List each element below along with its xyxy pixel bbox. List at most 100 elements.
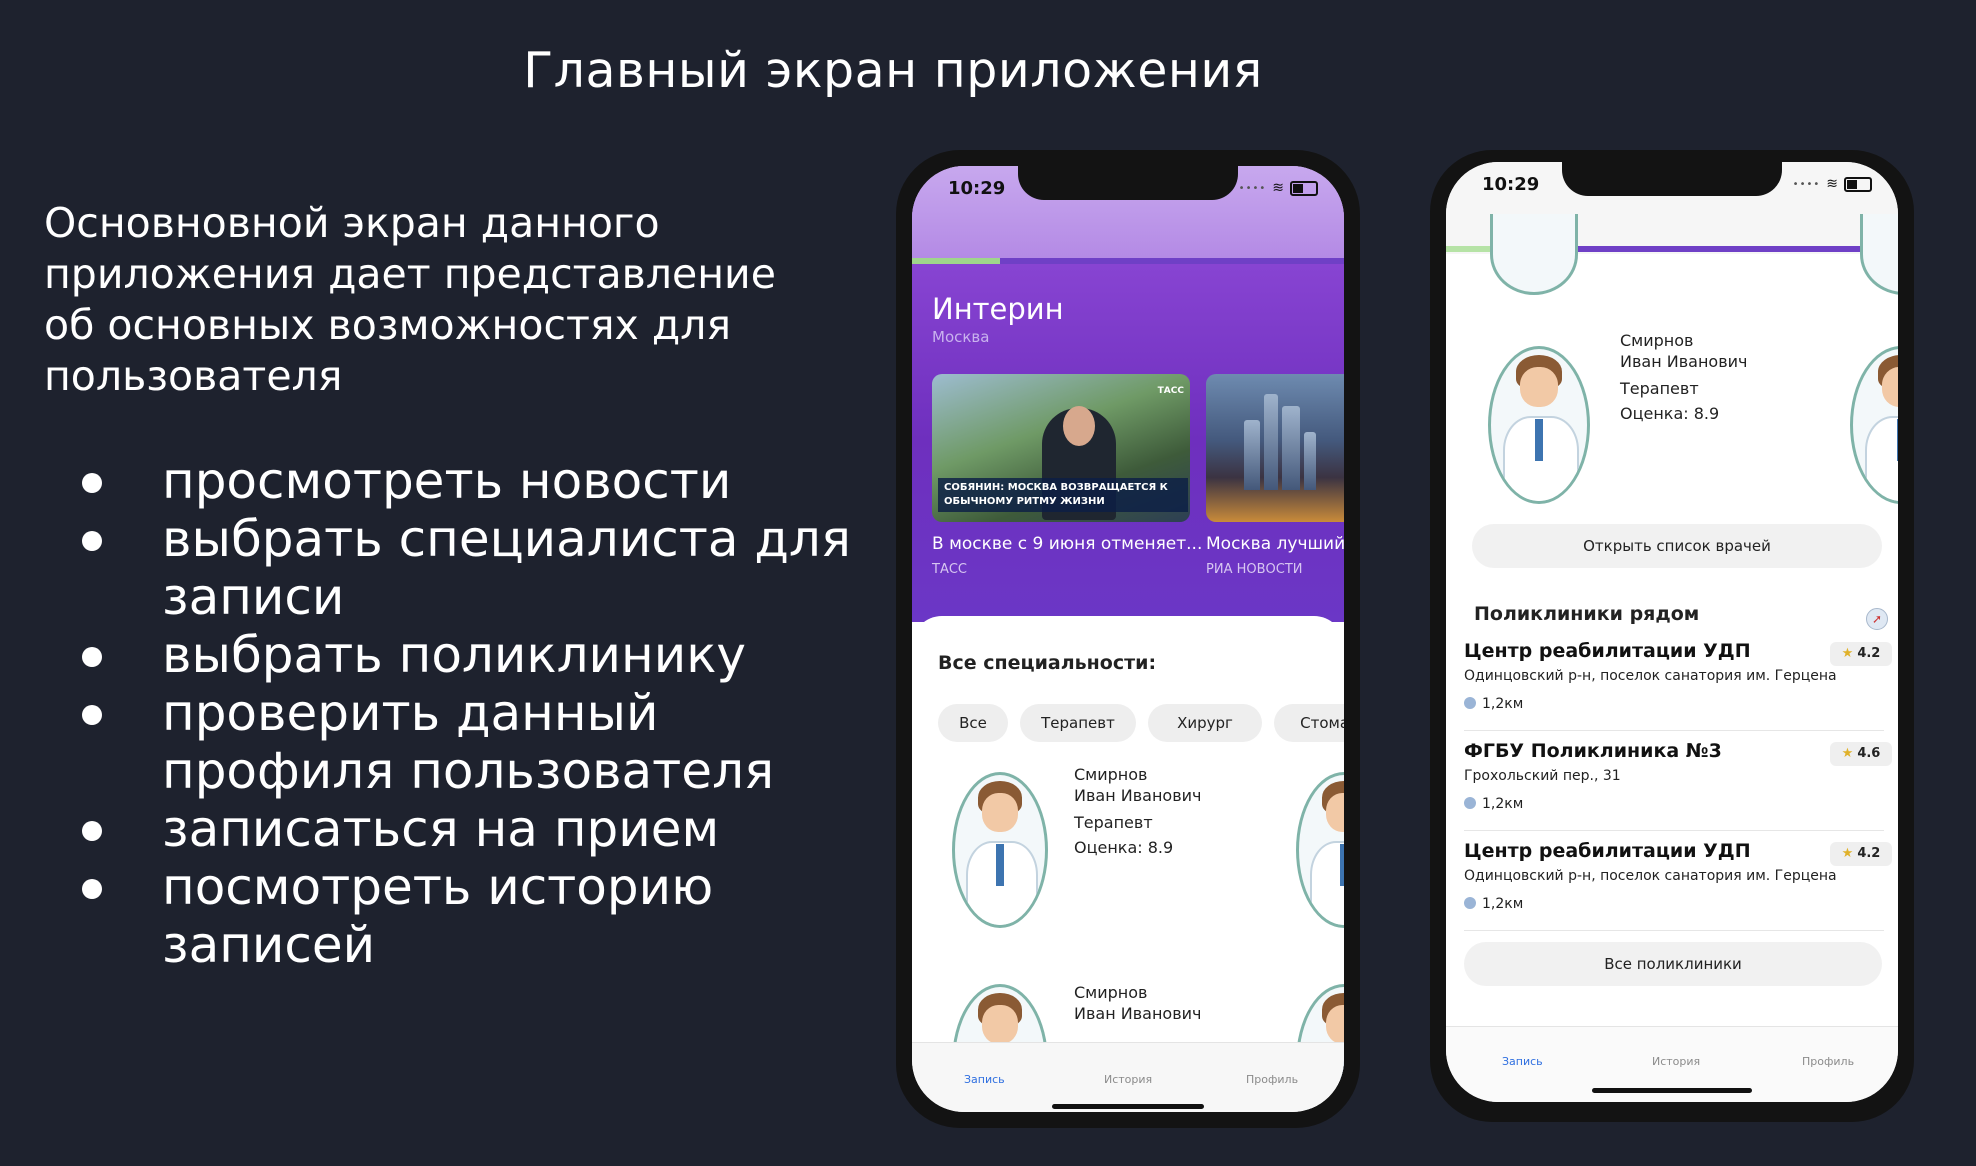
doctor-avatar[interactable] — [1860, 214, 1898, 295]
doctor-info[interactable]: Смирнов Иван Иванович — [1074, 982, 1201, 1024]
clinic-name: ФГБУ Поликлиника №3 — [1464, 740, 1722, 762]
slide-title: Главный экран приложения — [523, 42, 1263, 99]
doctor-specialty: Терапевт — [1620, 379, 1699, 398]
signal-icon: •••• — [1238, 182, 1267, 194]
divider — [1464, 730, 1884, 731]
status-time: 10:29 — [948, 178, 1006, 199]
feature-text: выбрать поликлинику — [162, 626, 747, 684]
chip-surgeon[interactable]: Хирург — [1148, 704, 1262, 742]
specialties-sheet: Все специальности: Все Терапевт Хирург С… — [912, 616, 1344, 1112]
phone-screen: 10:29 •••• ≋ Смирнов Иван Иванович Терап… — [1446, 162, 1898, 1102]
status-icons: •••• ≋ — [1793, 176, 1872, 192]
divider — [1464, 930, 1884, 931]
chip-dentist[interactable]: Стомат — [1274, 704, 1344, 742]
news-logo: ТАСС — [1157, 386, 1184, 396]
doctor-info[interactable]: Смирнов Иван Иванович Терапевт Оценка: 8… — [1620, 330, 1747, 424]
star-icon: ★ — [1841, 746, 1854, 761]
tab-bar: Запись История Профиль — [912, 1042, 1344, 1112]
city-label: Москва — [932, 328, 990, 346]
bullet-icon — [82, 531, 102, 551]
compass-icon[interactable]: ➚ — [1866, 608, 1888, 630]
phone-mockup-clinics: 10:29 •••• ≋ Смирнов Иван Иванович Терап… — [1430, 150, 1914, 1122]
location-icon — [1464, 897, 1476, 909]
doctor-given-name: Иван Иванович — [1074, 786, 1202, 805]
clinic-address: Одинцовский р-н, поселок санатория им. Г… — [1464, 668, 1837, 684]
phone-mockup-main: Интерин Москва ТАСС СОБЯНИН: МОСКВА ВОЗВ… — [896, 150, 1360, 1128]
bullet-icon — [82, 879, 102, 899]
news-source: РИА НОВОСТИ — [1206, 562, 1303, 577]
feature-item: выбрать поликлинику — [78, 626, 862, 684]
wifi-icon: ≋ — [1272, 180, 1284, 196]
star-icon: ★ — [1841, 646, 1854, 661]
phone-notch — [1562, 162, 1782, 196]
clinic-distance: 1,2км — [1464, 696, 1523, 712]
nearby-clinics-title: Поликлиники рядом — [1474, 603, 1700, 625]
doctor-given-name: Иван Иванович — [1074, 1004, 1202, 1023]
phone-notch — [1018, 166, 1238, 200]
chip-therapist[interactable]: Терапевт — [1020, 704, 1136, 742]
bullet-icon — [82, 705, 102, 725]
feature-item: просмотреть новости — [78, 452, 862, 510]
divider — [1464, 830, 1884, 831]
wifi-icon: ≋ — [1826, 176, 1838, 192]
location-icon — [1464, 697, 1476, 709]
doctor-avatar[interactable] — [1488, 346, 1590, 504]
doctor-surname: Смирнов — [1620, 331, 1694, 350]
clinic-address: Одинцовский р-н, поселок санатория им. Г… — [1464, 868, 1837, 884]
home-indicator — [1052, 1104, 1204, 1109]
chip-all[interactable]: Все — [938, 704, 1008, 742]
intro-text: Основновной экран данного приложения дае… — [44, 199, 776, 400]
rating-badge: ★ 4.6 — [1830, 742, 1892, 766]
news-caption: СОБЯНИН: МОСКВА ВОЗВРАЩАЕТСЯ К ОБЫЧНОМУ … — [938, 478, 1188, 512]
feature-text: посмотреть историю записей — [162, 858, 714, 974]
open-doctors-button[interactable]: Открыть список врачей — [1472, 524, 1882, 568]
feature-item: выбрать специалиста для записи — [78, 510, 862, 626]
doctor-avatar[interactable] — [1490, 214, 1578, 295]
doctor-avatar[interactable] — [952, 772, 1048, 928]
doctor-rating: Оценка: 8.9 — [1074, 838, 1174, 857]
clinic-name: Центр реабилитации УДП — [1464, 640, 1751, 662]
feature-text: просмотреть новости — [162, 452, 732, 510]
bullet-icon — [82, 473, 102, 493]
feature-item: проверить данный профиля пользователя — [78, 684, 862, 800]
clinic-distance: 1,2км — [1464, 796, 1523, 812]
phone-screen: Интерин Москва ТАСС СОБЯНИН: МОСКВА ВОЗВ… — [912, 166, 1344, 1112]
doctor-rating: Оценка: 8.9 — [1620, 404, 1720, 423]
news-card[interactable] — [1206, 374, 1344, 522]
clinic-distance: 1,2км — [1464, 896, 1523, 912]
tab-bar: Запись История Профиль — [1446, 1026, 1898, 1102]
status-icons: •••• ≋ — [1239, 180, 1318, 196]
doctor-info[interactable]: Смирнов Иван Иванович Терапевт Оценка: 8… — [1074, 764, 1201, 858]
news-title[interactable]: В москве с 9 июня отменяет... — [932, 534, 1202, 554]
tab-appointment[interactable]: Запись — [1502, 1055, 1543, 1068]
bullet-icon — [82, 647, 102, 667]
feature-item: записаться на прием — [78, 800, 862, 858]
rating-badge: ★ 4.2 — [1830, 642, 1892, 666]
feature-text: проверить данный профиля пользователя — [162, 684, 775, 800]
news-header: Интерин Москва ТАСС СОБЯНИН: МОСКВА ВОЗВ… — [912, 166, 1344, 622]
all-clinics-button[interactable]: Все поликлиники — [1464, 942, 1882, 986]
star-icon: ★ — [1841, 846, 1854, 861]
doctor-avatar[interactable] — [1850, 346, 1898, 504]
location-icon — [1464, 797, 1476, 809]
tab-profile[interactable]: Профиль — [1802, 1055, 1854, 1068]
doctor-avatar[interactable] — [1296, 772, 1344, 928]
news-title[interactable]: Москва лучший — [1206, 534, 1344, 554]
doctor-specialty: Терапевт — [1074, 813, 1153, 832]
doctor-surname: Смирнов — [1074, 765, 1148, 784]
news-card[interactable]: ТАСС СОБЯНИН: МОСКВА ВОЗВРАЩАЕТСЯ К ОБЫЧ… — [932, 374, 1190, 522]
tab-history[interactable]: История — [1652, 1055, 1700, 1068]
feature-text: выбрать специалиста для записи — [162, 510, 851, 626]
status-time: 10:29 — [1482, 174, 1540, 195]
feature-text: записаться на прием — [162, 800, 720, 858]
progress-bar — [912, 258, 1344, 264]
signal-icon: •••• — [1792, 178, 1821, 190]
doctor-given-name: Иван Иванович — [1620, 352, 1748, 371]
tab-profile[interactable]: Профиль — [1246, 1073, 1298, 1086]
app-title: Интерин — [932, 292, 1064, 326]
battery-icon — [1844, 176, 1872, 192]
tab-appointment[interactable]: Запись — [964, 1073, 1005, 1086]
tab-history[interactable]: История — [1104, 1073, 1152, 1086]
rating-badge: ★ 4.2 — [1830, 842, 1892, 866]
bullet-icon — [82, 821, 102, 841]
